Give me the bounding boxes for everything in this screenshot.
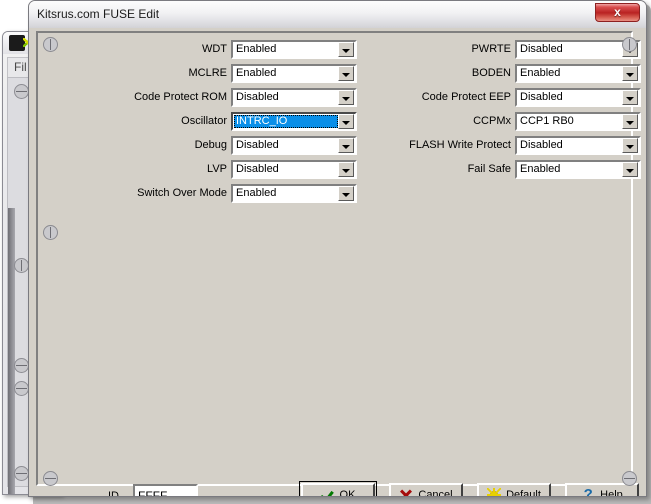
label-ccpmx: CCPMx (384, 115, 515, 127)
question-icon: ? (581, 488, 595, 498)
check-icon (321, 488, 335, 498)
combo-ccpmx-value: CCP1 RB0 (517, 114, 622, 129)
combo-code-protect-rom[interactable]: Disabled (231, 88, 357, 107)
chevron-down-icon[interactable] (338, 90, 354, 105)
chip-icon (9, 35, 25, 51)
knob-handle-top-left[interactable] (43, 37, 58, 52)
cancel-button[interactable]: Cancel (389, 483, 463, 497)
close-button[interactable]: x (595, 3, 640, 22)
label-code-protect-eep: Code Protect EEP (384, 91, 515, 103)
scroll-shadow (8, 208, 15, 495)
default-button-label: Default (506, 489, 541, 498)
x-icon (399, 488, 413, 498)
label-switch-over-mode: Switch Over Mode (104, 187, 231, 199)
ok-button[interactable]: OK (301, 483, 375, 497)
combo-flash-write-protect[interactable]: Disabled (515, 136, 641, 155)
label-flash-write-protect: FLASH Write Protect (384, 139, 515, 151)
dialog-footer: ID OK Cancel Default ? Help (29, 476, 646, 497)
fuse-row-code-protect-rom: Code Protect ROM Disabled (104, 85, 357, 109)
id-input[interactable] (133, 484, 198, 497)
combo-fail-safe-value: Enabled (517, 162, 622, 177)
label-lvp: LVP (104, 163, 231, 175)
label-debug: Debug (104, 139, 231, 151)
help-button-label: Help (600, 489, 623, 498)
chevron-down-icon[interactable] (622, 66, 638, 81)
fuse-right-column: PWRTE Disabled BODEN Enabled Code Protec… (384, 37, 641, 181)
combo-code-protect-eep-value: Disabled (517, 90, 622, 105)
label-fail-safe: Fail Safe (384, 163, 515, 175)
fuse-left-column: WDT Enabled MCLRE Enabled Code Protect R… (104, 37, 357, 205)
ok-button-label: OK (340, 489, 356, 498)
combo-mclre[interactable]: Enabled (231, 64, 357, 83)
combo-oscillator[interactable]: INTRC_IO (231, 112, 357, 131)
combo-fail-safe[interactable]: Enabled (515, 160, 641, 179)
label-oscillator: Oscillator (104, 115, 231, 127)
close-icon: x (596, 5, 639, 19)
chevron-down-icon[interactable] (338, 186, 354, 201)
knob-handle[interactable] (14, 258, 29, 273)
label-boden: BODEN (384, 67, 515, 79)
combo-pwrte-value: Disabled (517, 42, 622, 57)
fuse-row-fail-safe: Fail Safe Enabled (384, 157, 641, 181)
combo-code-protect-eep[interactable]: Disabled (515, 88, 641, 107)
sun-icon (487, 488, 501, 498)
combo-oscillator-value: INTRC_IO (234, 115, 338, 128)
combo-wdt-value: Enabled (233, 42, 338, 57)
chevron-down-icon[interactable] (338, 66, 354, 81)
chevron-down-icon[interactable] (622, 90, 638, 105)
fuse-edit-dialog: Kitsrus.com FUSE Edit x WDT Enabled MCLR… (28, 0, 647, 497)
label-code-protect-rom: Code Protect ROM (104, 91, 231, 103)
knob-handle-bottom-right[interactable] (622, 471, 637, 486)
combo-lvp-value: Disabled (233, 162, 338, 177)
fuse-row-pwrte: PWRTE Disabled (384, 37, 641, 61)
label-pwrte: PWRTE (384, 43, 515, 55)
fuse-row-switch-over-mode: Switch Over Mode Enabled (104, 181, 357, 205)
dialog-title: Kitsrus.com FUSE Edit (37, 7, 159, 21)
combo-wdt[interactable]: Enabled (231, 40, 357, 59)
label-wdt: WDT (104, 43, 231, 55)
knob-handle[interactable] (14, 466, 29, 481)
label-mclre: MCLRE (104, 67, 231, 79)
combo-debug-value: Disabled (233, 138, 338, 153)
combo-debug[interactable]: Disabled (231, 136, 357, 155)
dialog-body: WDT Enabled MCLRE Enabled Code Protect R… (29, 28, 646, 496)
chevron-down-icon[interactable] (622, 162, 638, 177)
fuse-row-flash-write-protect: FLASH Write Protect Disabled (384, 133, 641, 157)
fuse-row-debug: Debug Disabled (104, 133, 357, 157)
id-label: ID (108, 490, 119, 497)
default-button[interactable]: Default (477, 483, 551, 497)
fuse-row-lvp: LVP Disabled (104, 157, 357, 181)
cancel-button-label: Cancel (418, 489, 452, 498)
knob-handle-mid-left[interactable] (43, 225, 58, 240)
knob-handle[interactable] (14, 381, 29, 396)
fuse-row-oscillator: Oscillator INTRC_IO (104, 109, 357, 133)
fuse-row-wdt: WDT Enabled (104, 37, 357, 61)
chevron-down-icon[interactable] (338, 138, 354, 153)
combo-switch-over-mode-value: Enabled (233, 186, 338, 201)
combo-flash-write-protect-value: Disabled (517, 138, 622, 153)
combo-code-protect-rom-value: Disabled (233, 90, 338, 105)
knob-handle-bottom-left[interactable] (43, 471, 58, 486)
chevron-down-icon[interactable] (338, 162, 354, 177)
chevron-down-icon[interactable] (622, 114, 638, 129)
chevron-down-icon[interactable] (622, 138, 638, 153)
combo-boden[interactable]: Enabled (515, 64, 641, 83)
dialog-titlebar[interactable]: Kitsrus.com FUSE Edit x (29, 1, 646, 29)
fuse-row-code-protect-eep: Code Protect EEP Disabled (384, 85, 641, 109)
fuse-row-ccpmx: CCPMx CCP1 RB0 (384, 109, 641, 133)
combo-boden-value: Enabled (517, 66, 622, 81)
combo-mclre-value: Enabled (233, 66, 338, 81)
knob-handle[interactable] (14, 84, 29, 99)
chevron-down-icon[interactable] (338, 114, 354, 129)
chevron-down-icon[interactable] (338, 42, 354, 57)
knob-handle-top-right[interactable] (622, 37, 637, 52)
fuse-row-boden: BODEN Enabled (384, 61, 641, 85)
fuse-row-mclre: MCLRE Enabled (104, 61, 357, 85)
knob-handle[interactable] (14, 358, 29, 373)
combo-lvp[interactable]: Disabled (231, 160, 357, 179)
combo-switch-over-mode[interactable]: Enabled (231, 184, 357, 203)
combo-ccpmx[interactable]: CCP1 RB0 (515, 112, 641, 131)
